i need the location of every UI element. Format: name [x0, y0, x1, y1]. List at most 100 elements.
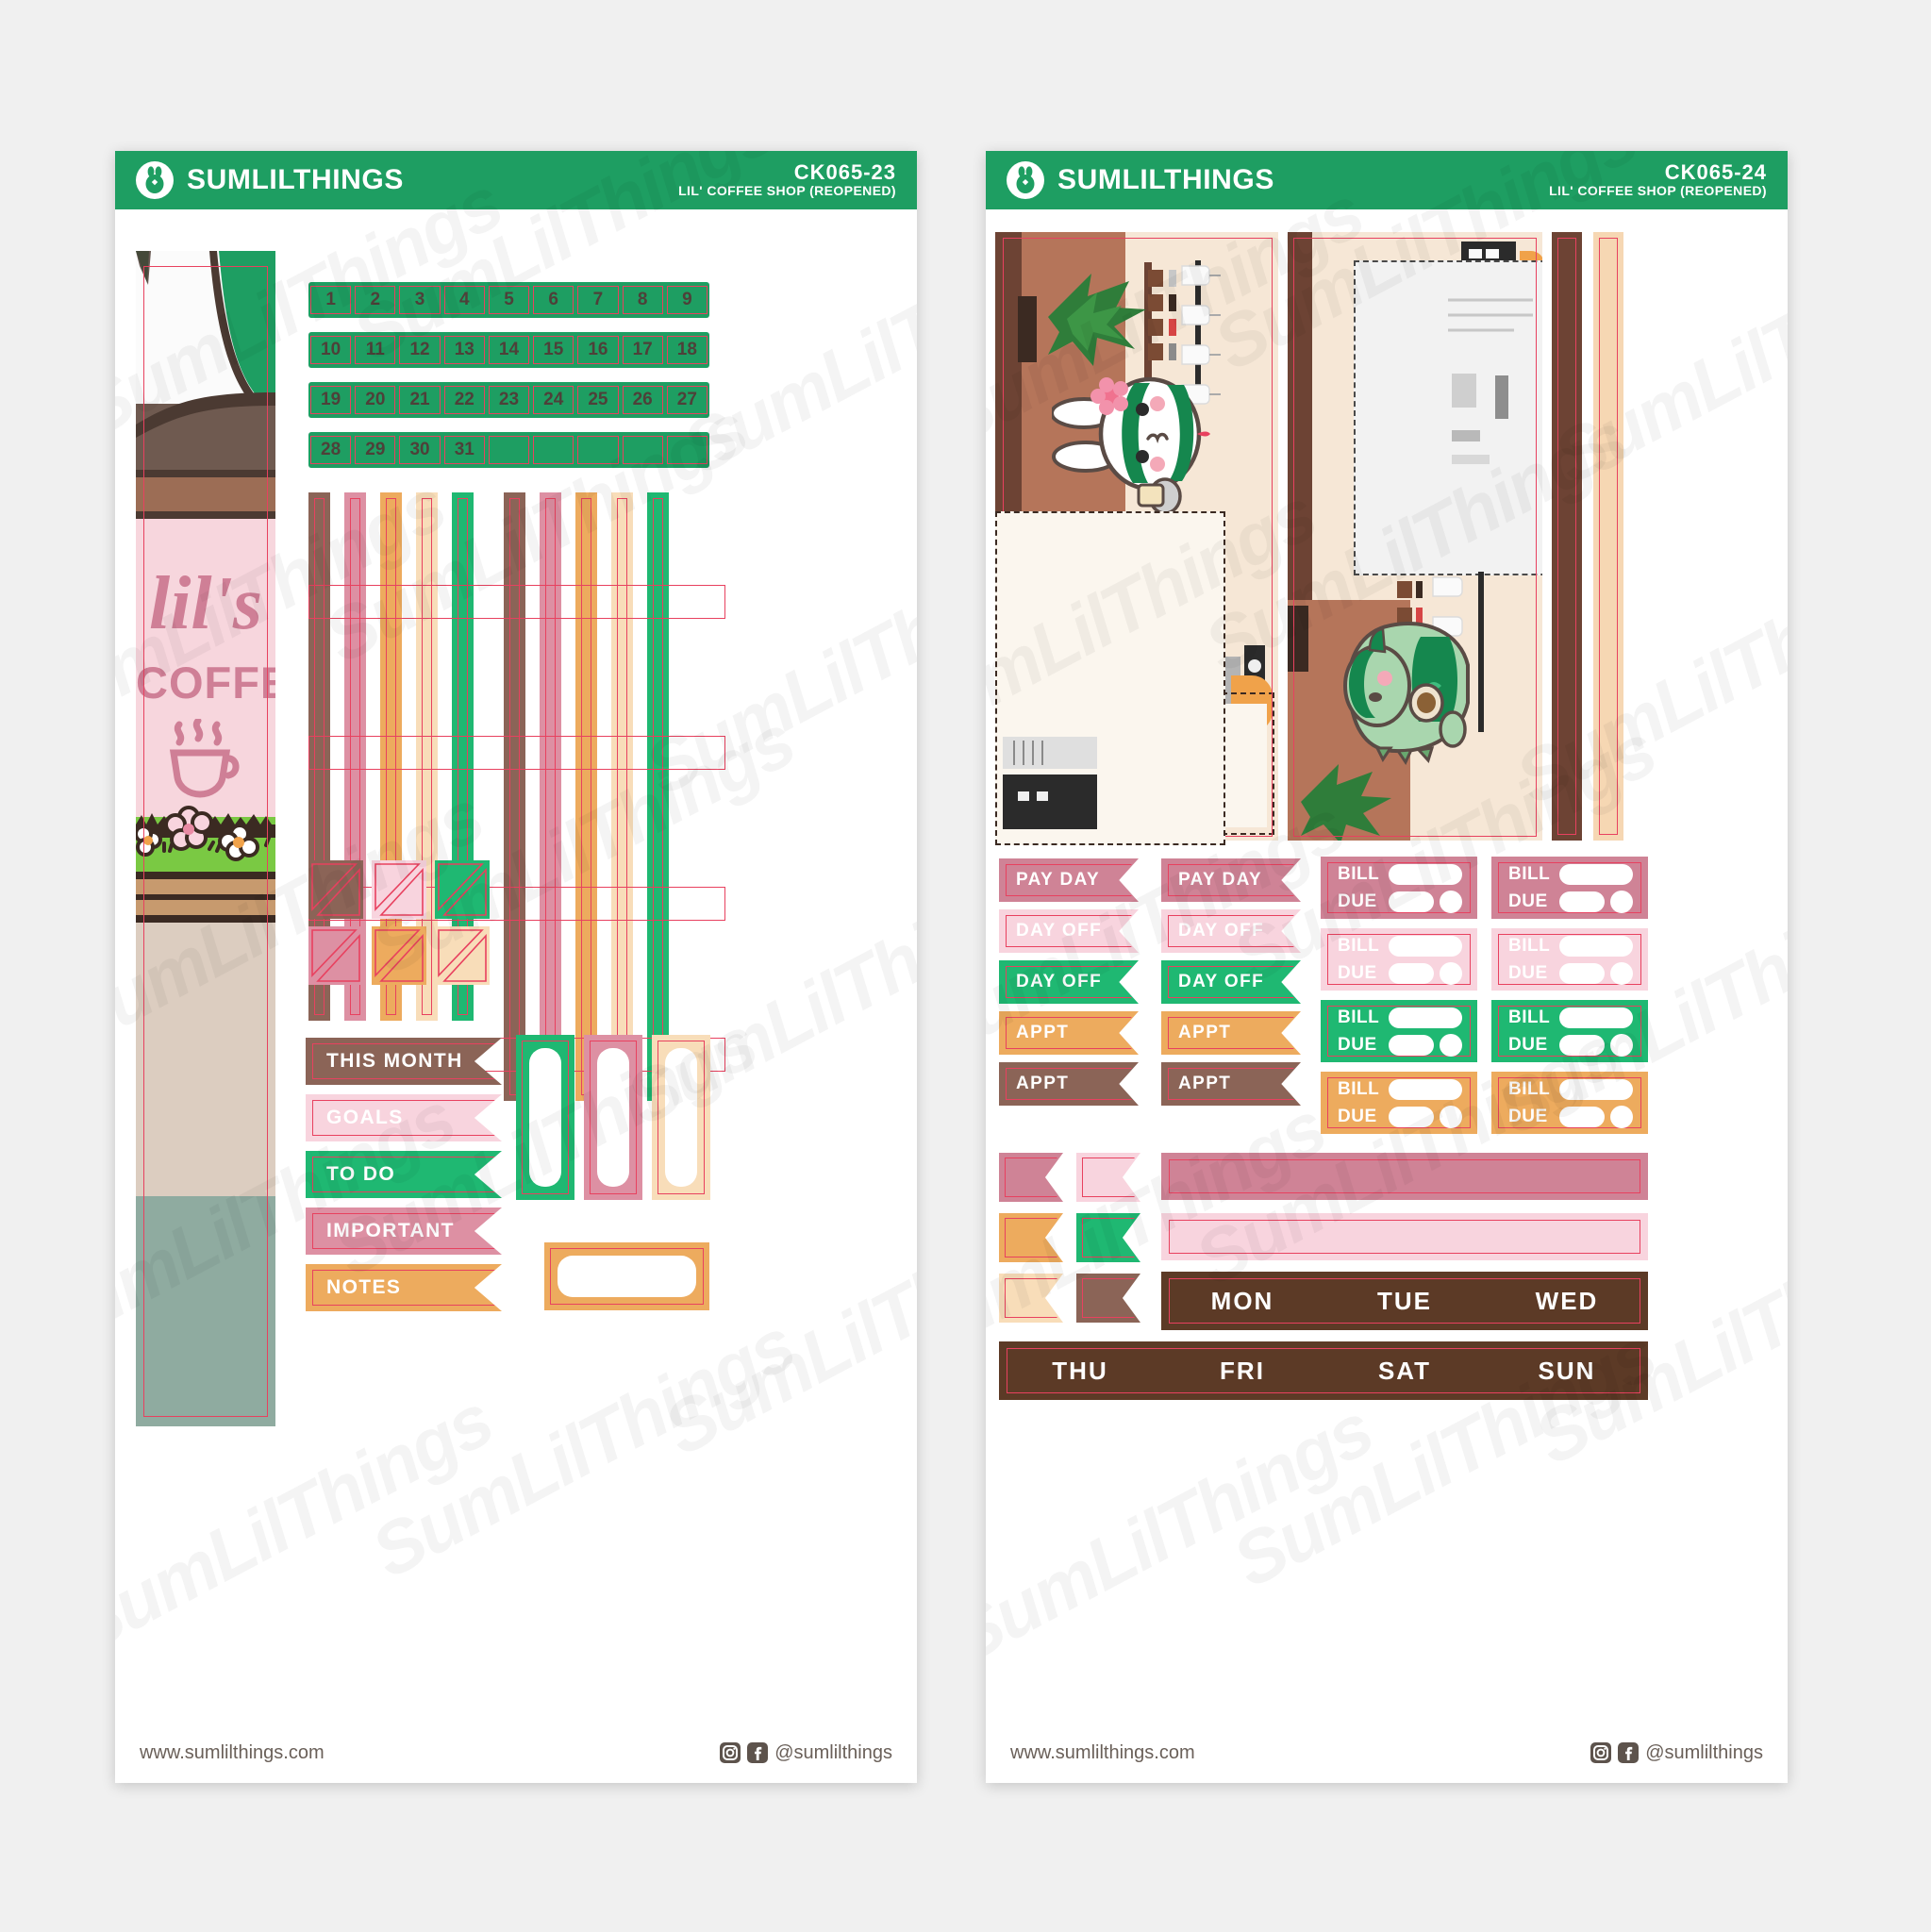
corner-triangle-sticker[interactable]: [308, 860, 363, 919]
bill-due-card[interactable]: BILL DUE: [1321, 928, 1477, 991]
date-cell[interactable]: 5: [488, 286, 530, 314]
date-row-2[interactable]: 10 11 12 13 14 15 16 17 18: [308, 332, 709, 368]
date-cell[interactable]: 14: [488, 336, 530, 364]
mini-flag[interactable]: [1076, 1153, 1140, 1202]
date-cell[interactable]: 25: [577, 386, 619, 414]
scene-box-dino[interactable]: [1288, 232, 1542, 841]
date-cell[interactable]: [533, 436, 574, 464]
washi-strip[interactable]: [647, 492, 669, 1101]
date-cell[interactable]: 7: [577, 286, 619, 314]
date-row-3[interactable]: 19 20 21 22 23 24 25 26 27: [308, 382, 709, 418]
banner-to-do[interactable]: TO DO: [306, 1151, 502, 1198]
washi-strip-vertical[interactable]: [1593, 232, 1623, 841]
social-handle[interactable]: @sumlilthings: [774, 1742, 892, 1764]
date-cell[interactable]: 16: [577, 336, 619, 364]
event-flag-day-off[interactable]: DAY OFF: [999, 960, 1139, 1004]
event-flag-pay-day[interactable]: PAY DAY: [1161, 858, 1301, 902]
due-checkbox[interactable]: [1610, 962, 1633, 985]
date-cell[interactable]: 20: [355, 386, 396, 414]
mini-flag[interactable]: [1076, 1274, 1140, 1323]
long-blank-bar[interactable]: [1161, 1153, 1648, 1200]
date-cell[interactable]: [622, 436, 663, 464]
date-cell[interactable]: 15: [533, 336, 574, 364]
due-checkbox[interactable]: [1610, 1034, 1633, 1057]
corner-triangle-sticker[interactable]: [372, 926, 426, 985]
due-input[interactable]: [1389, 963, 1434, 984]
date-cell[interactable]: 17: [622, 336, 663, 364]
date-cell[interactable]: 11: [355, 336, 396, 364]
frame-box-green[interactable]: [516, 1035, 574, 1200]
date-cell[interactable]: 2: [355, 286, 396, 314]
date-cell[interactable]: 6: [533, 286, 574, 314]
bill-input[interactable]: [1389, 864, 1462, 885]
due-input[interactable]: [1389, 1035, 1434, 1056]
date-row-4[interactable]: 28 29 30 31: [308, 432, 709, 468]
date-cell[interactable]: 1: [310, 286, 352, 314]
bill-input[interactable]: [1559, 936, 1633, 957]
date-row-1[interactable]: 1 2 3 4 5 6 7 8 9: [308, 282, 709, 318]
washi-strip[interactable]: [611, 492, 633, 1101]
due-input[interactable]: [1559, 1035, 1605, 1056]
event-flag-pay-day[interactable]: PAY DAY: [999, 858, 1139, 902]
bill-input[interactable]: [1559, 1008, 1633, 1028]
event-flag-appt[interactable]: APPT: [999, 1011, 1139, 1055]
date-cell[interactable]: 18: [666, 336, 707, 364]
due-input[interactable]: [1389, 1107, 1434, 1127]
facebook-icon[interactable]: [747, 1742, 769, 1763]
date-cell[interactable]: 24: [533, 386, 574, 414]
date-cell[interactable]: 23: [488, 386, 530, 414]
due-input[interactable]: [1559, 891, 1605, 912]
corner-triangle-sticker[interactable]: [308, 926, 363, 985]
event-flag-day-off[interactable]: DAY OFF: [1161, 909, 1301, 953]
due-checkbox[interactable]: [1440, 1106, 1462, 1128]
date-cell[interactable]: 13: [443, 336, 485, 364]
corner-triangle-sticker[interactable]: [372, 860, 426, 919]
date-cell[interactable]: 3: [399, 286, 441, 314]
date-cell[interactable]: 31: [443, 436, 485, 464]
date-cell[interactable]: 29: [355, 436, 396, 464]
frame-box-pink[interactable]: [584, 1035, 642, 1200]
instagram-icon[interactable]: [1590, 1742, 1612, 1763]
banner-notes[interactable]: NOTES: [306, 1264, 502, 1311]
coffee-shop-washi-strip[interactable]: lil's COFFEE: [136, 251, 275, 1426]
washi-strip-vertical[interactable]: [1552, 232, 1582, 841]
due-checkbox[interactable]: [1440, 891, 1462, 913]
mini-flag[interactable]: [1076, 1213, 1140, 1262]
social-handle[interactable]: @sumlilthings: [1645, 1742, 1763, 1764]
due-input[interactable]: [1559, 963, 1605, 984]
frame-box-orange[interactable]: [544, 1242, 709, 1310]
bill-due-card[interactable]: BILL DUE: [1321, 857, 1477, 919]
due-input[interactable]: [1559, 1107, 1605, 1127]
date-cell[interactable]: [666, 436, 707, 464]
date-cell[interactable]: 12: [399, 336, 441, 364]
date-cell[interactable]: 10: [310, 336, 352, 364]
bill-due-card[interactable]: BILL DUE: [1491, 928, 1648, 991]
weekday-bar-row1[interactable]: MON TUE WED: [1161, 1272, 1648, 1330]
date-cell[interactable]: 26: [622, 386, 663, 414]
due-checkbox[interactable]: [1440, 962, 1462, 985]
washi-strip[interactable]: [540, 492, 561, 1101]
date-cell[interactable]: 8: [622, 286, 663, 314]
event-flag-appt[interactable]: APPT: [999, 1062, 1139, 1106]
bill-input[interactable]: [1389, 936, 1462, 957]
event-flag-appt[interactable]: APPT: [1161, 1011, 1301, 1055]
date-cell[interactable]: 22: [443, 386, 485, 414]
bill-due-card[interactable]: BILL DUE: [1491, 1072, 1648, 1134]
mini-flag[interactable]: [999, 1213, 1063, 1262]
date-cell[interactable]: [577, 436, 619, 464]
due-input[interactable]: [1389, 891, 1434, 912]
washi-strip[interactable]: [575, 492, 597, 1101]
banner-this-month[interactable]: THIS MONTH: [306, 1038, 502, 1085]
date-cell[interactable]: 30: [399, 436, 441, 464]
washi-strip[interactable]: [504, 492, 525, 1101]
due-checkbox[interactable]: [1610, 891, 1633, 913]
date-cell[interactable]: 9: [666, 286, 707, 314]
facebook-icon[interactable]: [1618, 1742, 1640, 1763]
date-cell[interactable]: 4: [443, 286, 485, 314]
mini-flag[interactable]: [999, 1153, 1063, 1202]
website-url[interactable]: www.sumlilthings.com: [1010, 1742, 1195, 1764]
bill-due-card[interactable]: BILL DUE: [1491, 857, 1648, 919]
bill-input[interactable]: [1389, 1079, 1462, 1100]
date-cell[interactable]: 19: [310, 386, 352, 414]
long-blank-bar[interactable]: [1161, 1213, 1648, 1260]
